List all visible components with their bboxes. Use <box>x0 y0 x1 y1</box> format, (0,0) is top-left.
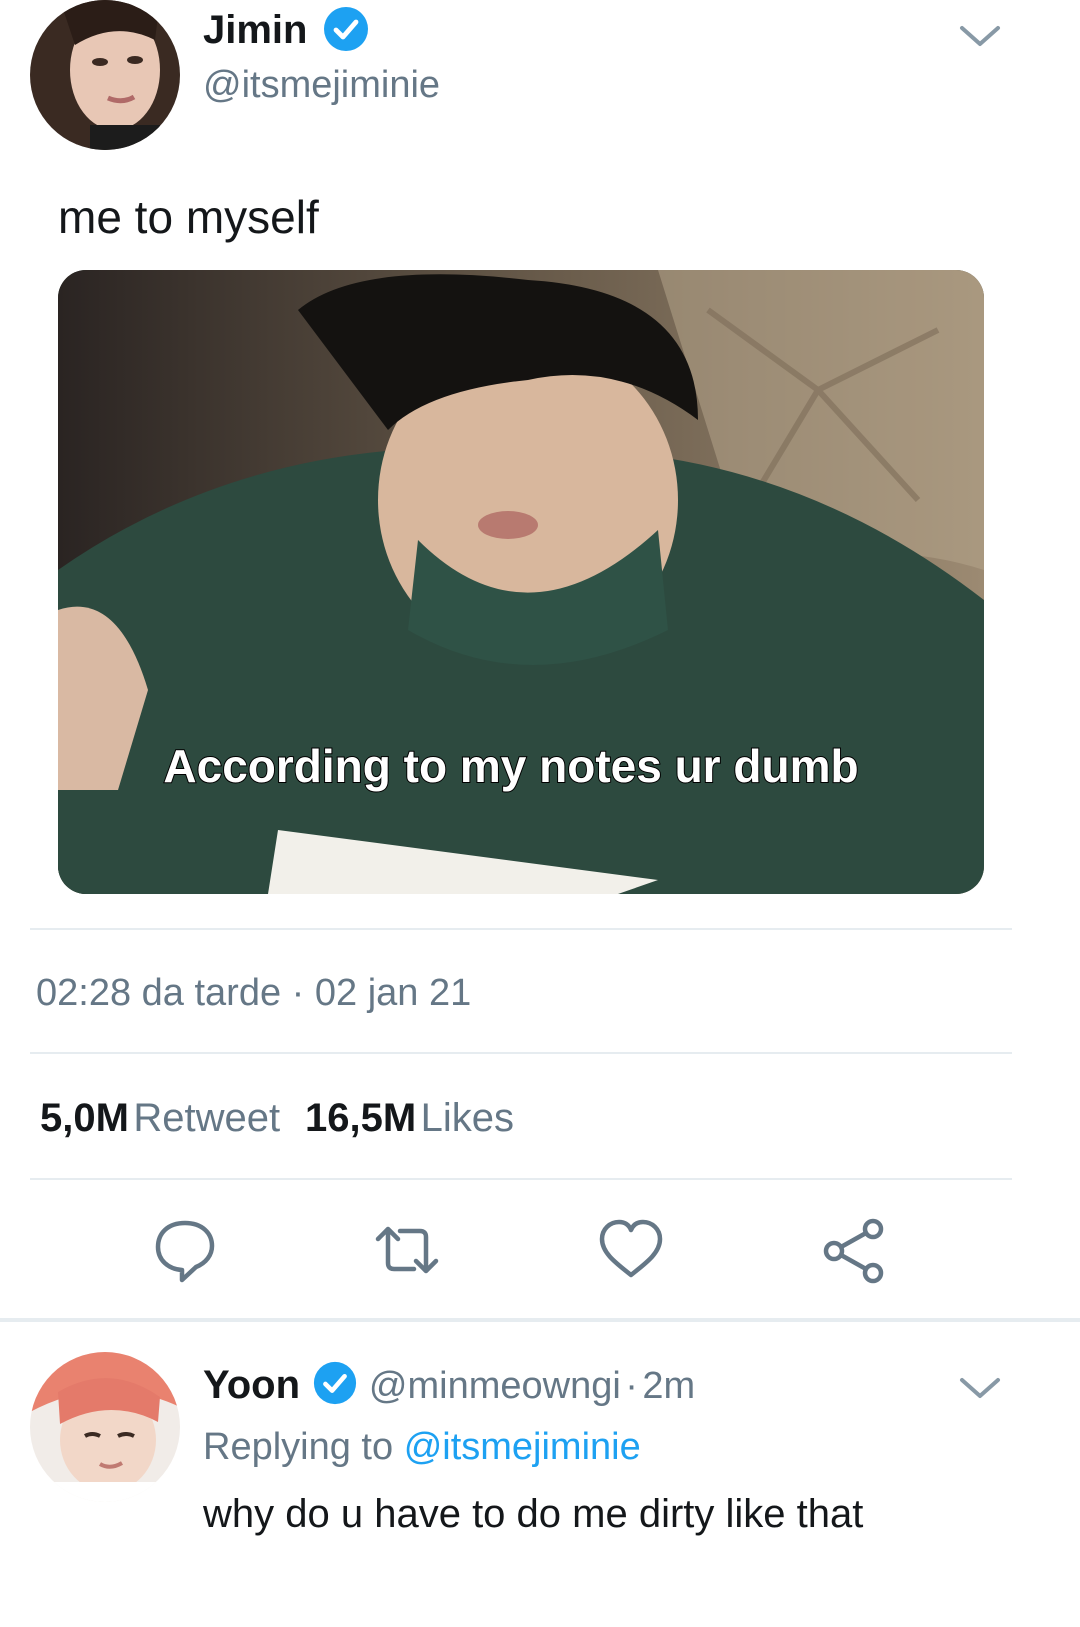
reply-time: 2m <box>642 1365 696 1407</box>
share-button[interactable] <box>818 1215 888 1290</box>
section-divider <box>0 1318 1080 1322</box>
reply-author-name[interactable]: Yoon <box>203 1363 300 1407</box>
divider <box>30 928 1012 930</box>
divider <box>30 1178 1012 1180</box>
tweet-text: me to myself <box>58 191 319 243</box>
media-illustration: According to my notes ur dumb <box>58 270 984 894</box>
author-name[interactable]: Jimin <box>203 8 307 53</box>
tweet-time: 02:28 da tarde <box>36 972 282 1014</box>
reply-author-handle[interactable]: @minmeowngi <box>369 1365 621 1407</box>
replying-to-link[interactable]: @itsmejiminie <box>404 1426 641 1468</box>
tweet-timestamp: 02:28 da tarde · 02 jan 21 <box>36 972 471 1015</box>
verified-badge-icon <box>322 5 370 53</box>
media-caption-text: According to my notes ur dumb <box>163 740 858 792</box>
retweets-stat[interactable]: 5,0M Retweet <box>40 1096 285 1140</box>
divider <box>30 1052 1012 1054</box>
reply-header: Yoon @minmeowngi · 2m <box>203 1360 695 1411</box>
author-avatar[interactable] <box>30 0 180 150</box>
reply-author-avatar[interactable] <box>30 1352 180 1502</box>
chevron-down-icon[interactable] <box>958 1374 1002 1402</box>
retweet-icon <box>375 1226 439 1274</box>
retweets-label: Retweet <box>133 1096 281 1140</box>
retweet-button[interactable] <box>372 1215 442 1290</box>
tweet-date: 02 jan 21 <box>314 972 472 1014</box>
heart-icon <box>599 1219 663 1278</box>
like-button[interactable] <box>596 1215 666 1290</box>
replying-to-prefix: Replying to <box>203 1426 394 1468</box>
reply-text: why do u have to do me dirty like that <box>203 1492 864 1536</box>
separator-dot: · <box>625 1365 638 1407</box>
chevron-down-icon[interactable] <box>958 22 1002 50</box>
tweet-media-image[interactable]: According to my notes ur dumb <box>58 270 984 894</box>
tweet-stats: 5,0M Retweet 16,5M Likes <box>40 1096 514 1141</box>
reply-bubble-icon <box>155 1220 215 1283</box>
share-icon <box>823 1218 884 1284</box>
replying-to-line: Replying to @itsmejiminie <box>203 1426 641 1469</box>
likes-label: Likes <box>420 1096 515 1140</box>
author-handle[interactable]: @itsmejiminie <box>203 64 440 107</box>
likes-stat[interactable]: 16,5M Likes <box>305 1096 514 1140</box>
likes-count: 16,5M <box>305 1096 417 1140</box>
reply-button[interactable] <box>150 1215 220 1290</box>
verified-badge-icon <box>312 1360 358 1411</box>
separator-dot: · <box>291 972 305 1014</box>
retweets-count: 5,0M <box>40 1096 129 1140</box>
